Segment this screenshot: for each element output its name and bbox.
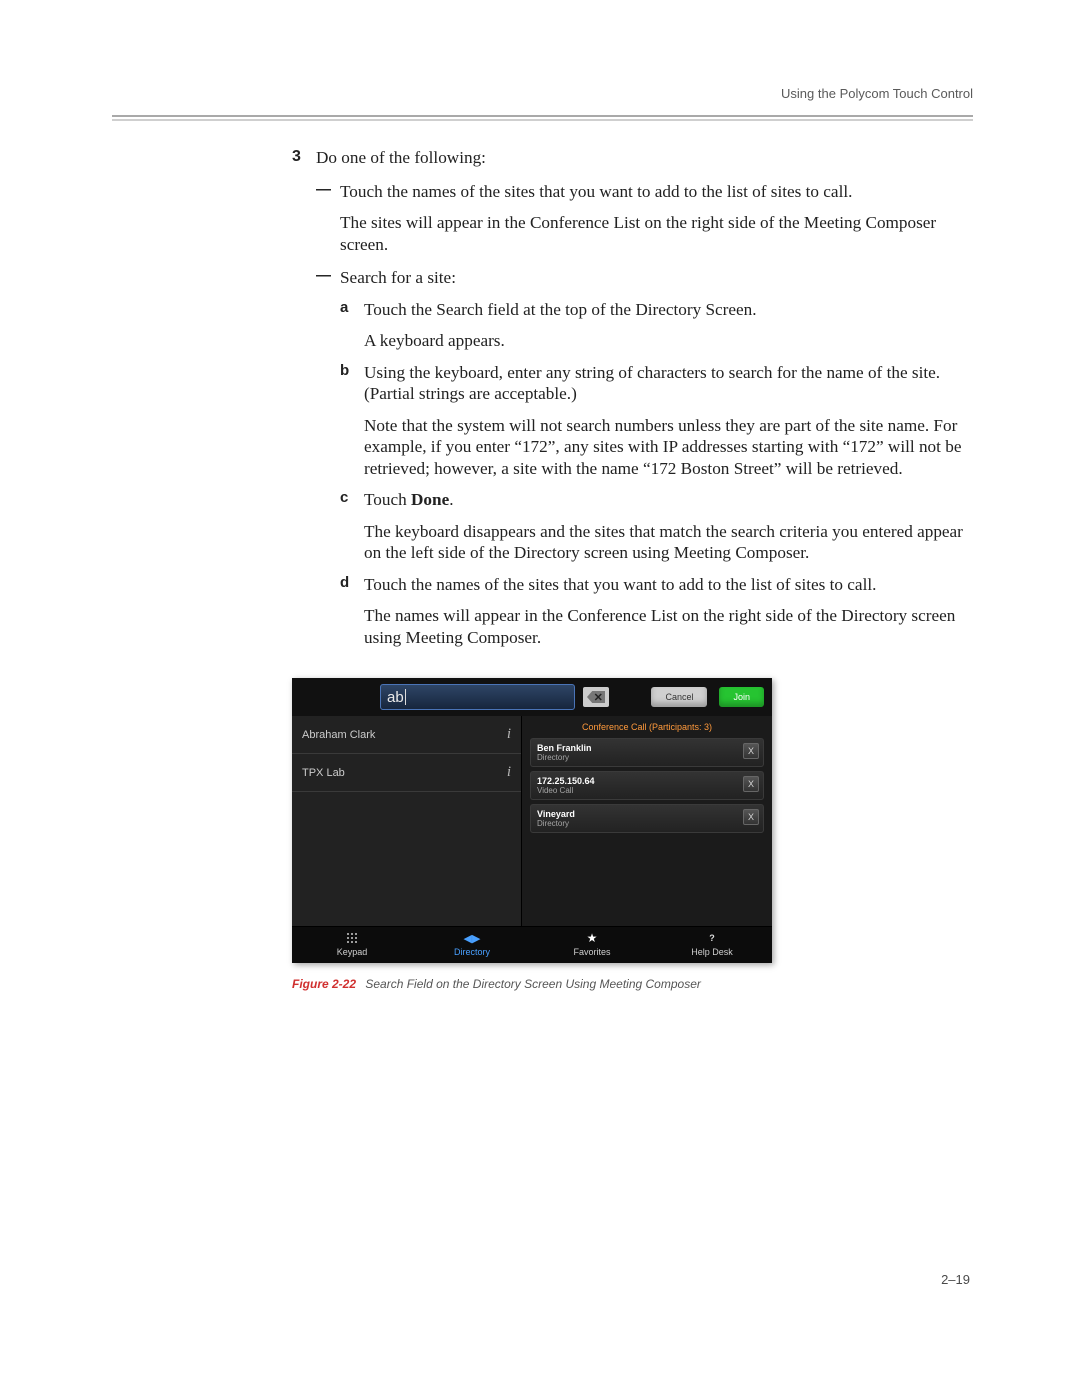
remove-participant-button[interactable]: X (743, 743, 759, 759)
tab-directory[interactable]: ◀▶ Directory (412, 927, 532, 963)
cancel-button[interactable]: Cancel (651, 687, 707, 707)
help-icon: ? (709, 933, 715, 943)
conference-panel: Conference Call (Participants: 3) Ben Fr… (522, 716, 772, 926)
dash-mark: — (316, 181, 340, 256)
alpha-b: b Using the keyboard, enter any string o… (340, 362, 964, 480)
alpha-a-p2: A keyboard appears. (364, 330, 964, 352)
participant-name: 172.25.150.64 (537, 776, 757, 786)
result-row-2[interactable]: TPX Lab i (292, 754, 521, 792)
alpha-d: d Touch the names of the sites that you … (340, 574, 964, 649)
alpha-letter-a: a (340, 299, 364, 352)
participant-name: Ben Franklin (537, 743, 757, 753)
alpha-d-p2: The names will appear in the Conference … (364, 605, 964, 648)
dash1-lead: Touch the names of the sites that you wa… (340, 181, 964, 203)
join-button[interactable]: Join (719, 687, 764, 707)
step-intro: Do one of the following: (316, 147, 964, 169)
step-3: 3 Do one of the following: — Touch the n… (292, 147, 964, 648)
figure-caption-text: Search Field on the Directory Screen Usi… (365, 977, 700, 991)
tab-help-desk[interactable]: ? Help Desk (652, 927, 772, 963)
search-value: ab (387, 689, 404, 706)
backspace-icon (587, 690, 605, 704)
result-name: Abraham Clark (302, 729, 375, 741)
remove-participant-button[interactable]: X (743, 809, 759, 825)
alpha-a-p1: Touch the Search field at the top of the… (364, 299, 964, 321)
participant-row-3[interactable]: Vineyard Directory X (530, 804, 764, 833)
alpha-b-p1: Using the keyboard, enter any string of … (364, 362, 964, 405)
directory-icon: ◀▶ (464, 932, 481, 945)
tab-label: Help Desk (652, 947, 772, 957)
text-cursor (405, 689, 406, 705)
step-number: 3 (292, 147, 316, 648)
header-rule-2 (112, 119, 973, 121)
remove-participant-button[interactable]: X (743, 776, 759, 792)
dash2-lead: Search for a site: (340, 267, 964, 289)
dash1-para: The sites will appear in the Conference … (340, 212, 964, 255)
participant-row-1[interactable]: Ben Franklin Directory X (530, 738, 764, 767)
participant-name: Vineyard (537, 809, 757, 819)
running-header: Using the Polycom Touch Control (112, 86, 973, 101)
conference-header: Conference Call (Participants: 3) (530, 720, 764, 738)
alpha-d-p1: Touch the names of the sites that you wa… (364, 574, 964, 596)
tab-keypad[interactable]: Keypad (292, 927, 412, 963)
figure-2-22: ab Cancel Join Abraham Clark i (292, 678, 772, 991)
backspace-button[interactable] (583, 687, 609, 707)
alpha-c-bold: Done (411, 490, 449, 509)
participant-row-2[interactable]: 172.25.150.64 Video Call X (530, 771, 764, 800)
bottom-tabs: Keypad ◀▶ Directory ★ Favorites ? Help D… (292, 926, 772, 963)
participant-sub: Video Call (537, 786, 757, 795)
alpha-letter-c: c (340, 489, 364, 564)
figure-caption: Figure 2-22 Search Field on the Director… (292, 977, 772, 991)
alpha-letter-d: d (340, 574, 364, 649)
dash-item-1: — Touch the names of the sites that you … (316, 181, 964, 256)
dash-mark: — (316, 267, 340, 648)
topbar: ab Cancel Join (292, 678, 772, 716)
header-rule-1 (112, 115, 973, 117)
tab-label: Keypad (292, 947, 412, 957)
keypad-icon (346, 932, 358, 944)
info-icon[interactable]: i (507, 764, 511, 781)
alpha-c-p2: The keyboard disappears and the sites th… (364, 521, 964, 564)
alpha-c-p1: Touch Done. (364, 489, 964, 511)
result-name: TPX Lab (302, 767, 345, 779)
participant-sub: Directory (537, 819, 757, 828)
search-input[interactable]: ab (380, 684, 575, 710)
result-row-1[interactable]: Abraham Clark i (292, 716, 521, 754)
alpha-c-suffix: . (449, 490, 453, 509)
page-number: 2–19 (941, 1272, 970, 1287)
search-results-list: Abraham Clark i TPX Lab i (292, 716, 522, 926)
tab-favorites[interactable]: ★ Favorites (532, 927, 652, 963)
alpha-c: c Touch Done. The keyboard disappears an… (340, 489, 964, 564)
device-screenshot: ab Cancel Join Abraham Clark i (292, 678, 772, 963)
tab-label: Favorites (532, 947, 652, 957)
alpha-a: a Touch the Search field at the top of t… (340, 299, 964, 352)
alpha-c-prefix: Touch (364, 490, 411, 509)
figure-number: Figure 2-22 (292, 977, 356, 991)
alpha-letter-b: b (340, 362, 364, 480)
alpha-b-p2: Note that the system will not search num… (364, 415, 964, 480)
participant-sub: Directory (537, 753, 757, 762)
body-content: 3 Do one of the following: — Touch the n… (292, 147, 964, 648)
info-icon[interactable]: i (507, 726, 511, 743)
star-icon: ★ (587, 931, 598, 945)
tab-label: Directory (412, 947, 532, 957)
dash-item-2: — Search for a site: a Touch the Search … (316, 267, 964, 648)
